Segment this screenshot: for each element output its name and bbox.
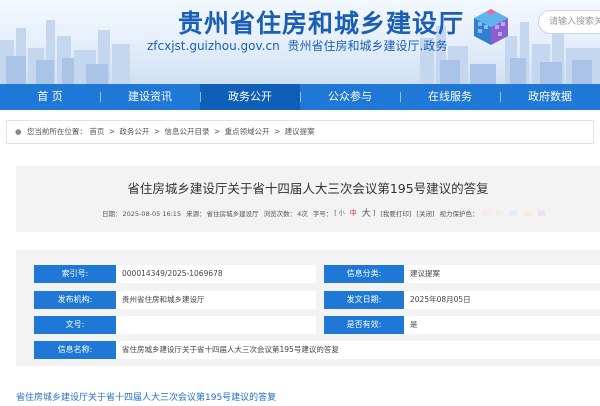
eye-color-swatch-1[interactable] bbox=[481, 209, 489, 216]
validity-value: 是 bbox=[404, 316, 600, 334]
issue-date-label: 发文日期: bbox=[324, 291, 404, 309]
search-input[interactable]: 请输入搜索关键字 bbox=[538, 10, 600, 34]
article-body-title-link[interactable]: 省住房城乡建设厅关于省十四届人大三次会议第195号建议的答复 bbox=[16, 390, 276, 403]
publisher-label: 发布机构: bbox=[34, 291, 116, 309]
nav-item-home[interactable]: 首 页 bbox=[0, 84, 100, 110]
info-row: 索引号: 000014349/2025-1069678 信息分类: 建议提案 bbox=[34, 265, 600, 283]
views-value: 4次 bbox=[297, 209, 308, 218]
document-number-label: 文号: bbox=[34, 316, 116, 334]
nav-item-public-participation[interactable]: 公众参与 bbox=[300, 84, 400, 110]
font-small-button[interactable]: 小 bbox=[339, 208, 345, 217]
source-value: 省住房城乡建设厅 bbox=[206, 209, 259, 218]
breadcrumb-item-proposals[interactable]: 建议提案 bbox=[285, 127, 315, 136]
source-field: 来源：省住房城乡建设厅 bbox=[186, 209, 259, 218]
domain-suffix: 贵州省住房和城乡建设厅.政务 bbox=[287, 39, 448, 53]
info-table: 索引号: 000014349/2025-1069678 信息分类: 建议提案 发… bbox=[16, 250, 600, 366]
breadcrumb-item-home[interactable]: 首页 bbox=[89, 127, 104, 136]
site-title: 贵州省住房和城乡建设厅 bbox=[178, 9, 465, 38]
font-bracket-open: [ bbox=[334, 208, 337, 217]
info-row: 文号: 是否有效: 是 bbox=[34, 316, 600, 334]
nav-item-government-affairs[interactable]: 政务公开 bbox=[200, 84, 300, 110]
breadcrumb: ● 您当前所在位置： 首页 > 政务公开 > 信息公开目录 > 重点领域公开 >… bbox=[6, 120, 594, 144]
eye-color-swatch-5[interactable] bbox=[537, 209, 545, 216]
date-value: 2025-08-05 16:15 bbox=[122, 209, 182, 218]
eye-protection-label: 视力保护色： bbox=[439, 209, 479, 218]
info-row: 信息名称: 省住房城乡建设厅关于省十四届人大三次会议第195号建议的答复 bbox=[34, 341, 600, 359]
nav-item-online-service[interactable]: 在线服务 bbox=[400, 84, 500, 110]
category-label: 信息分类: bbox=[324, 265, 404, 283]
info-row: 发布机构: 贵州省住房和城乡建设厅 发文日期: 2025年08月05日 bbox=[34, 291, 600, 309]
breadcrumb-separator: > bbox=[153, 127, 161, 136]
validity-label: 是否有效: bbox=[324, 316, 404, 334]
font-medium-button[interactable]: 中 bbox=[350, 208, 357, 218]
eye-color-swatch-6[interactable] bbox=[551, 209, 559, 216]
nav-item-news[interactable]: 建设资讯 bbox=[100, 84, 200, 110]
index-label: 索引号: bbox=[34, 265, 116, 283]
breadcrumb-separator: > bbox=[108, 127, 116, 136]
issue-date-value: 2025年08月05日 bbox=[404, 291, 600, 309]
info-name-label: 信息名称: bbox=[34, 341, 116, 359]
domain-text: zfcxjst.guizhou.gov.cn bbox=[147, 39, 280, 53]
site-domain: zfcxjst.guizhou.gov.cn 贵州省住房和城乡建设厅.政务 bbox=[147, 37, 447, 54]
breadcrumb-item-catalog[interactable]: 信息公开目录 bbox=[164, 127, 209, 136]
eye-color-swatch-4[interactable] bbox=[523, 209, 531, 216]
location-pin-icon: ● bbox=[15, 127, 22, 136]
nav-item-government-data[interactable]: 政府数据 bbox=[500, 84, 600, 110]
site-header: 贵州省住房和城乡建设厅 zfcxjst.guizhou.gov.cn 贵州省住房… bbox=[0, 0, 600, 84]
eye-color-swatch-2[interactable] bbox=[495, 209, 503, 216]
eye-color-swatch-3[interactable] bbox=[509, 209, 517, 216]
article-title: 省住房城乡建设厅关于省十四届人大三次会议第195号建议的答复 bbox=[127, 181, 489, 196]
print-button[interactable]: [我要打印] bbox=[380, 208, 411, 218]
date-field: 日期：2025-08-05 16:15 bbox=[102, 209, 182, 218]
breadcrumb-item-key-areas[interactable]: 重点领域公开 bbox=[225, 127, 270, 136]
breadcrumb-item-government-affairs[interactable]: 政务公开 bbox=[119, 127, 149, 136]
close-button[interactable]: [关闭] bbox=[416, 208, 434, 218]
views-field: 浏览次数：4次 bbox=[263, 209, 308, 218]
font-bracket-close: ] bbox=[372, 208, 376, 217]
breadcrumb-separator: > bbox=[273, 127, 281, 136]
publisher-value: 贵州省住房和城乡建设厅 bbox=[116, 291, 316, 309]
main-nav: 首 页 建设资讯 政务公开 公众参与 在线服务 政府数据 bbox=[0, 84, 600, 110]
font-size-label: 字号： bbox=[312, 209, 333, 218]
article-header: 省住房城乡建设厅关于省十四届人大三次会议第195号建议的答复 日期：2025-0… bbox=[16, 166, 600, 232]
cube-logo-icon bbox=[474, 9, 508, 45]
category-value: 建议提案 bbox=[404, 265, 600, 283]
info-name-value: 省住房城乡建设厅关于省十四届人大三次会议第195号建议的答复 bbox=[116, 341, 600, 359]
article-meta: 日期：2025-08-05 16:15 来源：省住房城乡建设厅 浏览次数：4次 … bbox=[102, 206, 569, 219]
document-number-value bbox=[116, 316, 316, 334]
font-large-button[interactable]: 大 bbox=[362, 206, 371, 219]
breadcrumb-prefix: 您当前所在位置： bbox=[26, 127, 87, 136]
breadcrumb-separator: > bbox=[213, 127, 221, 136]
eye-protection-swatches bbox=[481, 209, 564, 216]
index-value: 000014349/2025-1069678 bbox=[116, 265, 316, 283]
